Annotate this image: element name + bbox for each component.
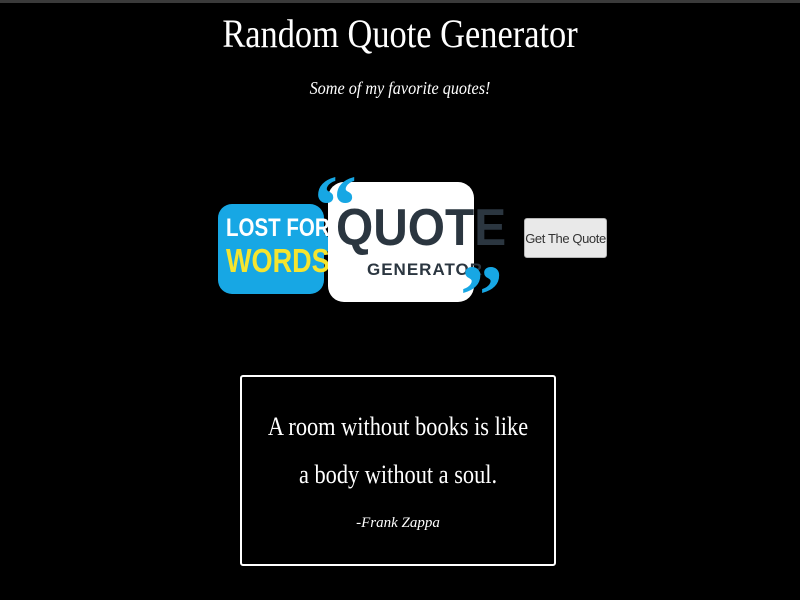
quote-author: -Frank Zappa <box>356 515 440 531</box>
logo-text-lost-for: LOST FOR <box>226 214 330 242</box>
quote-generator-logo: LOST FOR WORDS? “ QUOTE GENERATOR ” <box>216 162 506 338</box>
window-top-border <box>0 0 800 3</box>
get-quote-button[interactable]: Get The Quote <box>524 218 607 258</box>
page-title: Random Quote Generator <box>222 11 578 56</box>
quote-text: A room without books is like a body with… <box>267 412 529 489</box>
close-quote-mark-icon: ” <box>460 247 503 343</box>
page-subtitle: Some of my favorite quotes! <box>309 78 491 98</box>
quote-box: A room without books is like a body with… <box>240 375 556 566</box>
